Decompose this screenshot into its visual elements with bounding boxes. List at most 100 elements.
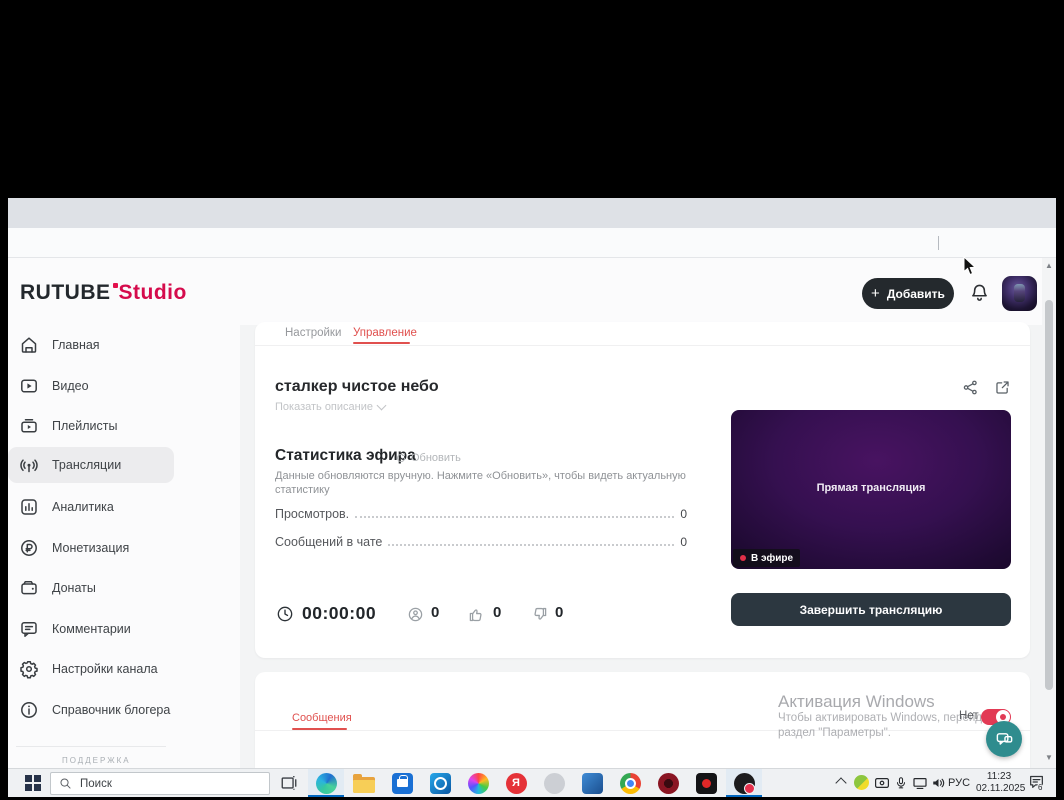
scroll-down-icon[interactable]: ▼ [1045,754,1053,762]
plus-icon: + [871,285,880,302]
tab-messages[interactable]: Сообщения [292,712,352,724]
sidebar-item-channel-settings[interactable]: Настройки канала [8,651,184,687]
blue-app-icon [581,772,603,794]
taskbar-app-yandex[interactable]: Я [498,769,534,797]
taskbar-app-recorder[interactable] [688,769,724,797]
taskbar-app-explorer[interactable] [346,769,382,797]
tray-network-icon[interactable] [912,776,928,790]
windows-activation-line2: Чтобы активировать Windows, перейд [778,712,982,724]
home-icon [19,335,39,355]
sidebar-item-analytics[interactable]: Аналитика [8,489,184,525]
logo-rutube-text: RUTUBE [20,281,111,304]
stream-control-card: Настройки Управление сталкер чистое небо… [255,322,1030,658]
taskbar-app-chrome[interactable] [612,769,648,797]
stream-title: сталкер чистое небо [275,378,439,395]
add-button[interactable]: + Добавить [862,278,954,309]
gray-app-icon [543,772,565,794]
taskbar-app-photos[interactable] [460,769,496,797]
start-button[interactable] [16,769,50,797]
tab-settings[interactable]: Настройки [285,327,341,339]
end-stream-button[interactable]: Завершить трансляцию [731,593,1011,626]
tray-antivirus-icon[interactable] [854,775,869,790]
dotted-leader [388,544,675,546]
show-description-link[interactable]: Показать описание [275,400,387,413]
tray-time: 11:23 [986,771,1012,782]
taskbar-app-streaming[interactable] [726,769,762,797]
ruble-icon [19,538,39,558]
taskbar-app-outlook[interactable] [422,769,458,797]
screen: R S Студия RUTUBE × + – × ← ↻ https://st… [0,0,1064,800]
tray-record-icon[interactable] [874,776,890,790]
dotted-leader [355,516,675,518]
yandex-icon: Я [505,772,527,794]
external-link-icon[interactable] [994,379,1011,396]
tab-control[interactable]: Управление [353,327,417,339]
messages-divider [255,730,1030,731]
camera-app-icon [695,772,717,794]
sidebar-item-donations[interactable]: Донаты [8,570,184,606]
logo-studio-text: Studio [118,281,187,304]
sidebar-item-comments[interactable]: Комментарии [8,611,184,647]
support-chat-button[interactable] [986,721,1022,757]
wallet-icon [19,578,39,598]
viewers-count: 0 [431,604,440,621]
tray-notification-icon[interactable]: 6 [1028,774,1045,792]
taskbar-search[interactable]: Поиск [50,772,270,795]
tray-microphone-icon[interactable] [894,775,908,791]
rutube-studio-logo[interactable]: RUTUBE Studio [20,281,187,305]
refresh-stats-link[interactable]: Обновить [395,452,461,464]
thumbs-down-icon[interactable] [531,606,548,623]
sidebar-divider [16,746,166,747]
sidebar-item-blogger-guide[interactable]: Справочник блогера [8,692,184,728]
stream-preview[interactable]: Прямая трансляция В эфире [731,410,1011,569]
live-dot-icon [740,555,746,561]
stream-duration: 00:00:00 [302,603,377,623]
tray-speaker-icon[interactable] [931,776,946,790]
sidebar-item-streams[interactable]: Трансляции [8,447,174,483]
chevron-down-icon [376,400,387,411]
windows-logo-icon [25,775,41,791]
taskbar-app-darkred[interactable] [650,769,686,797]
preview-label: Прямая трансляция [816,482,926,494]
stat-row-views: Просмотров. 0 [275,507,687,521]
taskbar-app-edge[interactable] [308,769,344,797]
scroll-up-icon[interactable]: ▲ [1045,262,1053,270]
channel-avatar[interactable] [1002,276,1037,311]
chrome-icon [619,772,641,794]
sidebar-item-playlists[interactable]: Плейлисты [8,408,184,444]
search-icon [60,778,71,789]
tray-chevron-icon[interactable] [836,775,846,785]
tray-date: 02.11.2025 [976,783,1026,794]
sidebar-item-monetization[interactable]: Монетизация [8,530,184,566]
viewers-icon [407,606,424,623]
outlook-icon [429,772,451,794]
taskbar-app-blue[interactable] [574,769,610,797]
stats-note-line2: статистику [275,484,330,496]
tray-language[interactable]: РУС [948,777,970,789]
clock-icon [276,605,294,623]
tray-clock[interactable]: 11:23 02.11.2025 [976,771,1026,795]
taskbar-app-store[interactable] [384,769,420,797]
browser-toolbar: ← ↻ https://studio.rutube.ru/stream/7b79… [8,228,1056,483]
dislikes-count: 0 [555,604,564,621]
likes-count: 0 [493,604,502,621]
tab-control-underline [353,342,410,344]
task-view-icon[interactable] [280,774,298,792]
photos-icon [467,772,489,794]
notifications-bell-icon[interactable] [969,282,990,304]
thumbs-up-icon[interactable] [468,606,485,623]
store-icon [391,772,413,794]
sidebar-footer-partial: ПОДДЕРЖКА [62,756,131,765]
live-badge: В эфире [733,549,801,567]
share-icon[interactable] [962,379,979,396]
gear-icon [19,659,39,679]
notification-count-badge: 6 [1037,783,1044,792]
sidebar-item-home[interactable]: Главная [8,327,184,363]
sidebar-item-video[interactable]: Видео [8,368,184,404]
darkred-app-icon [657,772,679,794]
playlist-icon [19,416,39,436]
scrollbar-thumb[interactable] [1045,300,1053,690]
stats-note-line1: Данные обновляются вручную. Нажмите «Обн… [275,470,686,482]
broadcast-icon [19,455,39,475]
taskbar-app-gray[interactable] [536,769,572,797]
